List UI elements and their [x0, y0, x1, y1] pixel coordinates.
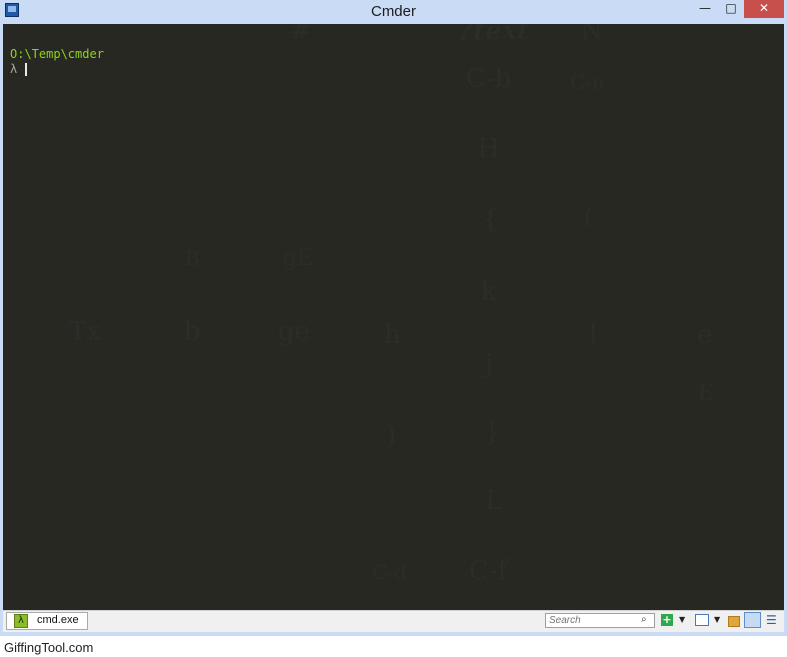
cheatsheet-glyph: j [485, 349, 494, 379]
tab-label: cmd.exe [37, 614, 79, 626]
cheatsheet-glyph: e [697, 320, 713, 350]
chevron-down-icon[interactable]: ▼ [679, 614, 685, 626]
cheatsheet-glyph: { [482, 205, 499, 235]
new-console-icon[interactable]: + [661, 614, 673, 626]
tab-cmd-exe[interactable]: λ cmd.exe [6, 612, 88, 630]
cheatsheet-glyph: } [484, 417, 501, 447]
split-view-icon[interactable] [695, 614, 709, 626]
cheatsheet-glyph: ge [278, 317, 311, 347]
current-directory-path: O:\Temp\cmder [10, 47, 104, 61]
window-title: Cmder [370, 3, 416, 20]
console-area[interactable]: # ?text N C-b C-u H { ( B gE k Tx b ge h… [3, 24, 784, 610]
cheatsheet-glyph: k [481, 277, 497, 307]
text-cursor [25, 63, 27, 76]
status-bar: λ cmd.exe ⌕ + ▼ ▼ ☰ [3, 610, 784, 632]
cheatsheet-glyph: Tx [69, 317, 102, 347]
menu-icon[interactable]: ☰ [766, 614, 777, 626]
cheatsheet-glyph: L [485, 486, 503, 516]
search-input[interactable] [545, 613, 655, 628]
maximize-button[interactable]: □ [718, 0, 744, 18]
prompt-symbol: λ [10, 62, 18, 76]
cheatsheet-glyph: E [698, 381, 715, 406]
cheatsheet-glyph: h [384, 320, 401, 350]
title-bar[interactable]: Cmder — □ ✕ [0, 0, 787, 24]
cheatsheet-glyph: C-u [570, 70, 605, 94]
search-icon[interactable]: ⌕ [641, 614, 647, 625]
cheatsheet-glyph: H [477, 134, 500, 164]
cmder-window: Cmder — □ ✕ # ?text N C-b C-u H { ( B gE… [0, 0, 787, 636]
cheatsheet-glyph: gE [283, 246, 314, 271]
cheatsheet-glyph: C-d [372, 560, 407, 584]
cheatsheet-glyph: b [184, 317, 201, 347]
watermark-text: GiffingTool.com [4, 640, 94, 655]
cheatsheet-glyph: ) [386, 421, 397, 451]
vim-cheatsheet-background: # ?text N C-b C-u H { ( B gE k Tx b ge h… [3, 24, 784, 610]
chevron-down-icon[interactable]: ▼ [714, 614, 720, 626]
cheatsheet-glyph: # [290, 24, 312, 46]
cheatsheet-glyph: B [185, 246, 200, 270]
cheatsheet-glyph: C-f [469, 556, 508, 586]
close-button[interactable]: ✕ [744, 0, 784, 18]
minimize-button[interactable]: — [692, 0, 718, 18]
cheatsheet-glyph: C-b [466, 64, 512, 94]
cheatsheet-glyph: ( [584, 205, 593, 230]
lock-icon[interactable] [728, 616, 740, 627]
cheatsheet-glyph: ?text [458, 24, 530, 46]
panel-view-icon[interactable] [744, 612, 761, 628]
lambda-icon: λ [14, 614, 28, 628]
cheatsheet-glyph: l [589, 320, 598, 350]
cheatsheet-glyph: N [580, 24, 603, 46]
cmder-app-icon[interactable] [5, 3, 19, 17]
